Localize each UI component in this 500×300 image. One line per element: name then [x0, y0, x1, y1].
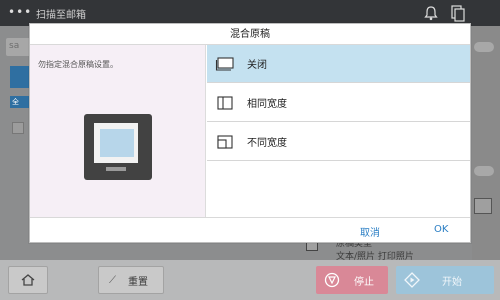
menu-icon[interactable]: ••• — [8, 5, 32, 19]
background-badge: 全 — [10, 96, 30, 108]
stop-button[interactable]: 停止 — [316, 266, 388, 294]
background-toggle — [474, 42, 494, 52]
option-label: 不同宽度 — [247, 138, 287, 149]
same-width-icon — [217, 95, 233, 110]
option-same-width[interactable]: 相同宽度 — [207, 84, 470, 122]
home-icon — [21, 274, 35, 286]
job-status-icon[interactable] — [448, 3, 468, 23]
dialog-title: 混合原稿 — [30, 24, 470, 45]
option-off[interactable]: 关闭 — [207, 45, 470, 83]
option-label: 相同宽度 — [247, 99, 287, 110]
app-title: 扫描至邮箱 — [36, 10, 86, 21]
background-toggle — [474, 166, 494, 176]
start-icon — [404, 272, 420, 288]
scanner-illustration-icon — [84, 114, 152, 180]
reset-label: 重置 — [128, 276, 148, 288]
stop-label: 停止 — [354, 276, 374, 288]
start-button[interactable]: 开始 — [396, 266, 494, 294]
cancel-button[interactable]: 取消 — [360, 224, 380, 239]
stop-icon — [324, 272, 340, 288]
background-checkbox — [12, 122, 24, 134]
dialog-footer: 取消 OK — [30, 217, 470, 243]
different-width-icon — [217, 134, 233, 149]
background-right-panel — [472, 26, 500, 260]
background-blue-block — [10, 66, 30, 88]
home-button[interactable] — [8, 266, 48, 294]
reset-button[interactable]: ⟋ 重置 — [98, 266, 164, 294]
option-different-width[interactable]: 不同宽度 — [207, 123, 470, 161]
option-label: 关闭 — [247, 60, 267, 71]
single-stack-icon — [215, 56, 234, 71]
option-list: 关闭 相同宽度 不同宽度 — [207, 45, 470, 217]
dialog-description: 勿指定混合原稿设置。 — [38, 60, 118, 69]
start-label: 开始 — [442, 276, 462, 288]
mixed-original-dialog: 混合原稿 勿指定混合原稿设置。 关闭 相同宽度 不同宽度 取消 OK — [29, 23, 471, 243]
ok-button[interactable]: OK — [434, 224, 448, 235]
reset-icon: ⟋ — [109, 274, 116, 286]
bell-icon[interactable] — [422, 4, 440, 22]
background-settings-icon — [474, 198, 492, 214]
dialog-preview-panel: 勿指定混合原稿设置。 — [30, 45, 206, 217]
